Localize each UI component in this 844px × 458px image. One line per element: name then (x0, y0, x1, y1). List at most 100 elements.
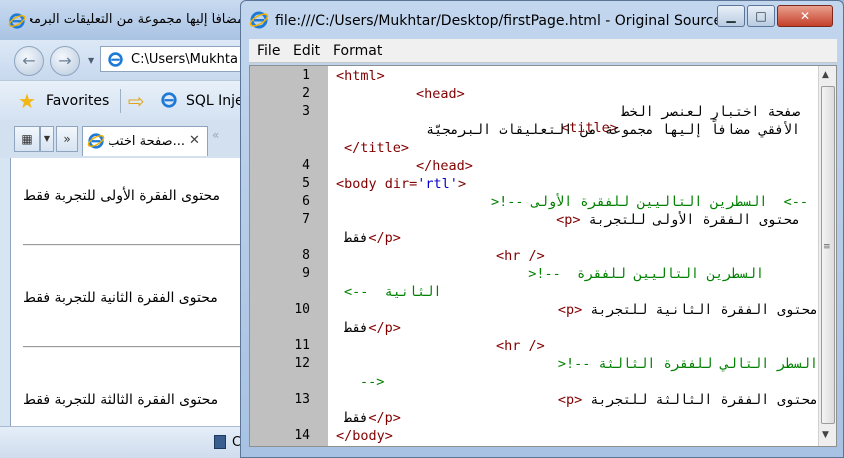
line-number: 9 (302, 266, 310, 281)
internet-explorer-icon (8, 13, 26, 29)
browser-window: مضافاً إليها مجموعة من التعليقات البرمجي… (0, 0, 250, 458)
code-line: محتوى الفقرة الأولى للتجربة <p> (556, 212, 800, 228)
tab-overflow-button[interactable]: » (56, 126, 78, 152)
tab-scroll-button[interactable]: « (212, 128, 219, 142)
horizontal-rule (23, 244, 249, 246)
source-window: file:///C:/Users/Mukhtar/Desktop/firstPa… (240, 0, 844, 458)
code-token: <p> (556, 212, 581, 228)
vertical-scrollbar[interactable]: ▲ ≡ ▼ (818, 66, 836, 446)
page-icon (108, 52, 123, 67)
paragraph-3: محتوى الفقرة الثالثة للتجربة فقط (23, 392, 219, 408)
security-zone-icon (214, 435, 226, 449)
favorites-star-icon[interactable]: ★ (18, 89, 36, 113)
address-text: C:\Users\Mukhta (131, 52, 238, 67)
line-number: 11 (294, 338, 310, 353)
code-text: محتوى الفقرة الأولى للتجربة (588, 212, 800, 228)
tab-label: ...صفحة اختب (109, 134, 185, 149)
tab-active[interactable]: ...صفحة اختب ✕ (82, 126, 208, 156)
code-comment: السطرين التاليين للفقرة --!< (528, 266, 764, 282)
menu-format[interactable]: Format (333, 43, 382, 59)
page-content: محتوى الفقرة الأولى للتجربة فقط محتوى ال… (10, 158, 249, 426)
address-bar[interactable]: C:\Users\Mukhta (100, 46, 249, 72)
status-bar: C (0, 426, 249, 458)
browser-navbar: ← → ▼ C:\Users\Mukhta (0, 40, 249, 80)
line-number-gutter: 1 2 3 4 5 6 7 8 9 10 11 12 13 14 (250, 66, 328, 446)
forward-button[interactable]: → (50, 46, 80, 76)
source-titlebar[interactable]: file:///C:/Users/Mukhtar/Desktop/firstPa… (241, 1, 843, 39)
code-text: صفحة اختبار لعنصر الخط (621, 104, 800, 120)
code-token: <p> (557, 392, 583, 408)
code-line: محتوى الفقرة الثانية للتجربة <p> (558, 302, 818, 318)
code-token: 'rtl' (417, 176, 458, 192)
code-text: فقط (344, 230, 369, 246)
code-token: </p> (368, 410, 401, 426)
code-line: محتوى الفقرة الثالثة للتجربة <p> (558, 392, 818, 408)
scroll-up-icon[interactable]: ▲ (822, 70, 829, 80)
source-code[interactable]: <html> <head> <title> صفحة اختبار لعنصر … (330, 66, 818, 446)
code-line: <head> (416, 86, 465, 102)
code-line: فقط</p> (344, 320, 401, 336)
code-token: > (457, 176, 467, 192)
source-editor[interactable]: 1 2 3 4 5 6 7 8 9 10 11 12 13 14 <html> … (249, 65, 837, 447)
code-token: </title> (344, 140, 410, 156)
horizontal-rule (23, 346, 249, 348)
code-token: </p> (368, 320, 401, 336)
paragraph-1: محتوى الفقرة الأولى للتجربة فقط (23, 188, 221, 204)
code-comment: --> (360, 374, 385, 390)
code-text: محتوى الفقرة الثانية للتجربة (590, 302, 818, 318)
quick-tabs-icon[interactable]: ▦ (14, 126, 40, 152)
line-number: 12 (294, 356, 310, 371)
code-line: <hr /> (496, 338, 545, 354)
tab-page-icon (87, 133, 105, 149)
scroll-grip-icon: ≡ (823, 242, 831, 252)
line-number: 10 (294, 302, 310, 317)
line-number: 13 (294, 392, 310, 407)
code-line: فقط</p> (344, 230, 401, 246)
line-number: 7 (302, 212, 310, 227)
browser-title: مضافاً إليها مجموعة من التعليقات البرمجي… (30, 12, 244, 27)
menu-edit[interactable]: Edit (293, 43, 320, 59)
code-line: <hr /> (496, 248, 545, 264)
paragraph-2: محتوى الفقرة الثانية للتجربة فقط (23, 290, 218, 306)
scroll-thumb[interactable] (821, 86, 835, 424)
code-comment: الثانية --> (344, 284, 442, 300)
tab-close-icon[interactable]: ✕ (189, 133, 200, 148)
back-button[interactable]: ← (14, 46, 44, 76)
line-number: 5 (302, 176, 310, 191)
code-line: <body dir='rtl'> (336, 176, 466, 192)
menu-file[interactable]: File (257, 43, 280, 59)
code-token: <p> (557, 302, 583, 318)
code-line: فقط</p> (344, 410, 401, 426)
favorites-button[interactable]: Favorites (46, 93, 109, 109)
add-to-favorites-icon[interactable]: ⇨ (128, 89, 145, 113)
code-line: <html> (336, 68, 385, 84)
code-line: </body> (336, 428, 393, 444)
close-button[interactable]: ✕ (777, 5, 833, 27)
line-number: 8 (302, 248, 310, 263)
browser-titlebar[interactable]: مضافاً إليها مجموعة من التعليقات البرمجي… (0, 0, 249, 40)
code-comment: السطر التالي للفقرة الثالثة --!< (557, 356, 818, 372)
internet-explorer-icon (249, 11, 269, 29)
minimize-button[interactable]: ▁ (717, 5, 745, 27)
line-number: 6 (302, 194, 310, 209)
code-line: </head> (416, 158, 473, 174)
code-text: محتوى الفقرة الثالثة للتجربة (590, 392, 818, 408)
history-dropdown-icon[interactable]: ▼ (88, 56, 94, 65)
scroll-down-icon[interactable]: ▼ (822, 430, 829, 440)
maximize-button[interactable]: □ (747, 5, 775, 27)
code-token: <body (336, 176, 385, 192)
line-number: 14 (294, 428, 310, 443)
code-text: فقط (344, 320, 369, 336)
menu-bar: File Edit Format (249, 39, 837, 63)
line-number: 3 (302, 104, 310, 119)
code-text: الأفقي مضافاً إليها مجموعة من التعليقات … (426, 122, 800, 138)
line-number: 1 (302, 68, 310, 83)
favorite-link-icon (161, 92, 177, 108)
code-comment: --> السطرين التاليين للفقرة الأولى --!< (491, 194, 808, 210)
tab-list-dropdown-icon[interactable]: ▼ (40, 126, 54, 152)
favorites-separator (120, 89, 121, 113)
favorites-bar: ★ Favorites ⇨ SQL Inje (0, 80, 249, 120)
code-token: </p> (368, 230, 401, 246)
tab-bar: ▦ ▼ » ...صفحة اختب ✕ « (0, 120, 249, 158)
favorite-link-sql[interactable]: SQL Inje (186, 93, 244, 109)
